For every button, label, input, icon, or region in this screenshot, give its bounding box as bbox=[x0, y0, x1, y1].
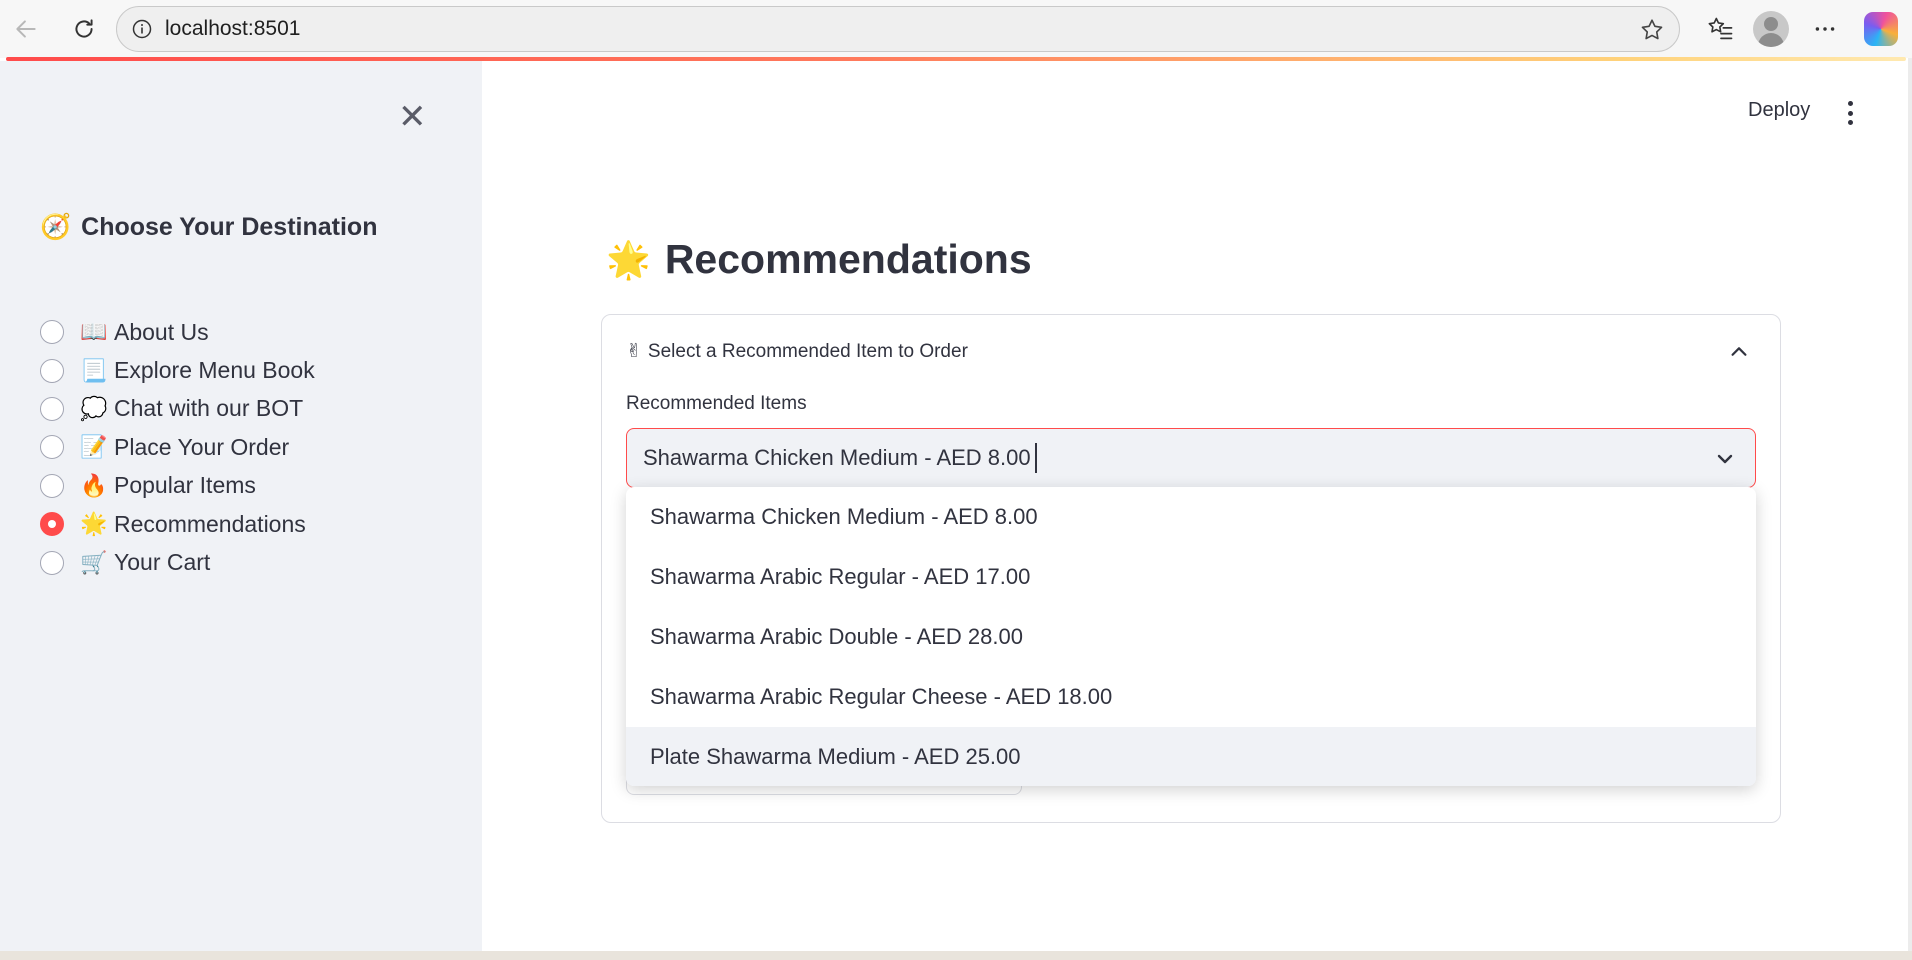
back-button[interactable] bbox=[6, 9, 46, 49]
dropdown-option[interactable]: Shawarma Arabic Double - AED 28.00 bbox=[626, 607, 1756, 667]
deploy-button[interactable]: Deploy bbox=[1748, 99, 1810, 122]
main-menu-button[interactable] bbox=[1840, 99, 1860, 127]
dropdown-option[interactable]: Shawarma Arabic Regular Cheese - AED 18.… bbox=[626, 667, 1756, 727]
radio-button[interactable] bbox=[40, 320, 64, 345]
chevron-up-icon bbox=[1731, 347, 1747, 356]
info-icon[interactable] bbox=[131, 18, 153, 40]
profile-button[interactable] bbox=[1750, 8, 1792, 50]
recommended-items-dropdown: Shawarma Chicken Medium - AED 8.00 Shawa… bbox=[626, 487, 1756, 786]
sidebar-item-label: Chat with our BOT bbox=[114, 395, 304, 422]
sidebar-item-label: Place Your Order bbox=[114, 433, 290, 460]
close-icon: ✕ bbox=[398, 98, 427, 136]
sidebar-title-text: Choose Your Destination bbox=[81, 213, 378, 241]
collapse-expander-button[interactable] bbox=[1728, 341, 1750, 368]
window-bottom-edge bbox=[0, 951, 1912, 960]
favorite-star-icon[interactable] bbox=[1639, 17, 1665, 48]
reload-icon bbox=[75, 19, 93, 38]
radio-button-selected[interactable] bbox=[40, 512, 64, 537]
radio-button[interactable] bbox=[40, 396, 64, 421]
radio-button[interactable] bbox=[40, 550, 64, 575]
reload-button[interactable] bbox=[64, 9, 104, 49]
text-caret bbox=[1034, 443, 1037, 473]
sidebar-title: 🧭 Choose Your Destination bbox=[40, 213, 377, 242]
star-icon: 🌟 bbox=[606, 238, 651, 280]
sidebar: ✕ 🧭 Choose Your Destination 📖 About Us 📃… bbox=[0, 61, 482, 951]
page-title-text: Recommendations bbox=[664, 236, 1032, 282]
compass-icon: 🧭 bbox=[40, 213, 72, 241]
browser-menu-button[interactable] bbox=[1804, 8, 1846, 50]
sidebar-item-recommendations[interactable]: 🌟 Recommendations bbox=[40, 505, 315, 543]
star-icon: 🌟 bbox=[80, 511, 108, 537]
radio-button[interactable] bbox=[40, 473, 64, 498]
dropdown-option[interactable]: Shawarma Chicken Medium - AED 8.00 bbox=[626, 487, 1756, 547]
favorites-list-icon bbox=[1708, 17, 1733, 40]
kebab-dot bbox=[1847, 120, 1853, 125]
radio-button[interactable] bbox=[40, 358, 64, 383]
kebab-dot bbox=[1847, 101, 1853, 106]
copilot-button[interactable] bbox=[1860, 8, 1902, 50]
more-horizontal-icon bbox=[1815, 27, 1835, 31]
dropdown-option-hovered[interactable]: Plate Shawarma Medium - AED 25.00 bbox=[626, 727, 1756, 786]
favorites-button[interactable] bbox=[1700, 8, 1742, 50]
url-text[interactable]: localhost:8501 bbox=[165, 17, 300, 41]
expander-header[interactable]: ✌ Select a Recommended Item to Order bbox=[626, 340, 968, 363]
cart-icon: 🛒 bbox=[80, 549, 108, 575]
sidebar-item-label: Popular Items bbox=[114, 472, 256, 499]
destination-radio-group: 📖 About Us 📃 Explore Menu Book 💭 Chat wi… bbox=[40, 313, 315, 582]
copilot-icon bbox=[1864, 12, 1898, 46]
browser-toolbar: localhost:8501 bbox=[0, 0, 1912, 58]
sidebar-item-place-your-order[interactable]: 📝 Place Your Order bbox=[40, 428, 315, 466]
sidebar-item-about-us[interactable]: 📖 About Us bbox=[40, 313, 315, 351]
page-icon: 📃 bbox=[80, 357, 108, 383]
memo-icon: 📝 bbox=[80, 434, 108, 460]
sidebar-item-label: Recommendations bbox=[114, 510, 306, 537]
recommended-items-select[interactable]: Shawarma Chicken Medium - AED 8.00 bbox=[626, 428, 1756, 488]
thought-bubble-icon: 💭 bbox=[80, 395, 108, 421]
page-title: 🌟 Recommendations bbox=[606, 236, 1032, 283]
dropdown-option[interactable]: Shawarma Arabic Regular - AED 17.00 bbox=[626, 547, 1756, 607]
sidebar-item-label: Explore Menu Book bbox=[114, 357, 315, 384]
fire-icon: 🔥 bbox=[80, 472, 108, 498]
sidebar-item-chat-with-bot[interactable]: 💭 Chat with our BOT bbox=[40, 390, 315, 428]
sidebar-item-label: About Us bbox=[114, 318, 209, 345]
radio-button[interactable] bbox=[40, 435, 64, 460]
sidebar-item-popular-items[interactable]: 🔥 Popular Items bbox=[40, 467, 315, 505]
sidebar-item-your-cart[interactable]: 🛒 Your Cart bbox=[40, 543, 315, 581]
book-icon: 📖 bbox=[80, 319, 108, 345]
address-bar[interactable]: localhost:8501 bbox=[116, 6, 1680, 52]
avatar bbox=[1753, 11, 1789, 47]
chevron-down-icon[interactable] bbox=[1713, 447, 1737, 477]
arrow-left-icon bbox=[16, 20, 36, 38]
selected-value: Shawarma Chicken Medium - AED 8.00 bbox=[643, 445, 1031, 470]
close-sidebar-button[interactable]: ✕ bbox=[398, 99, 427, 135]
victory-hand-icon: ✌ bbox=[626, 341, 642, 362]
sidebar-item-label: Your Cart bbox=[114, 549, 211, 576]
kebab-dot bbox=[1847, 110, 1853, 116]
recommended-items-label: Recommended Items bbox=[626, 393, 807, 414]
window-edge bbox=[1908, 58, 1912, 951]
sidebar-item-explore-menu-book[interactable]: 📃 Explore Menu Book bbox=[40, 351, 315, 389]
expander-label: Select a Recommended Item to Order bbox=[647, 340, 968, 362]
